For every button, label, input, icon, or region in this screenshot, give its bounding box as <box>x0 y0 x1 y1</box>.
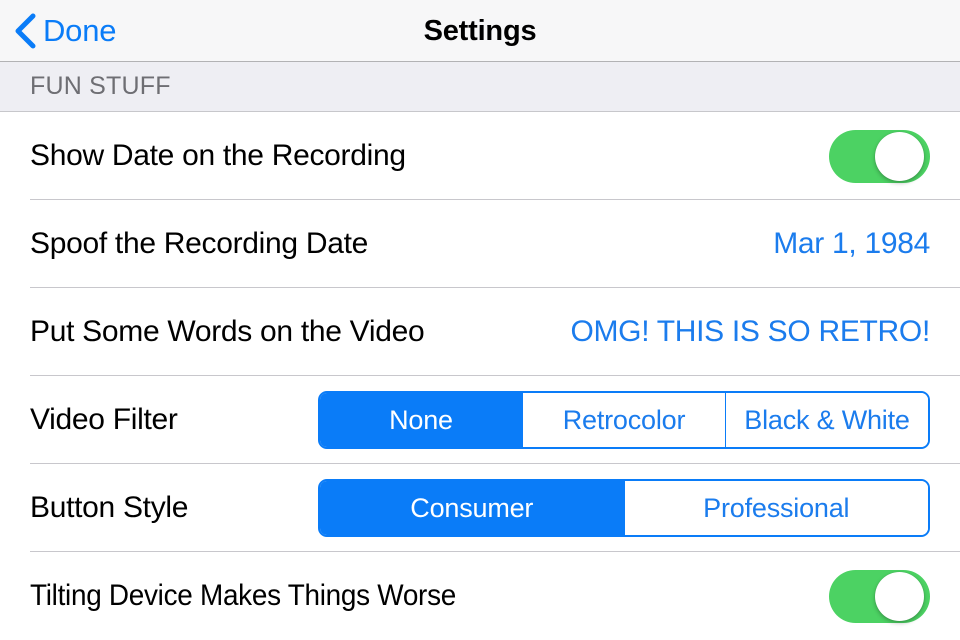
done-button[interactable]: Done <box>0 0 117 61</box>
section-header-label: FUN STUFF <box>30 72 171 100</box>
section-header: FUN STUFF <box>0 62 960 112</box>
table-row: Show Date on the Recording <box>0 112 960 200</box>
table-row[interactable]: Put Some Words on the Video OMG! THIS IS… <box>0 288 960 376</box>
segment-video-filter-none[interactable]: None <box>320 393 522 447</box>
toggle-tilting-device-makes-things-worse[interactable] <box>829 569 930 623</box>
table-row: Video Filter None Retrocolor Black & Whi… <box>0 376 960 464</box>
segment-video-filter-black-and-white[interactable]: Black & White <box>725 393 928 447</box>
row-label-tilting-device: Tilting Device Makes Things Worse <box>30 579 456 612</box>
segment-video-filter-retrocolor[interactable]: Retrocolor <box>522 393 725 447</box>
row-label-show-date: Show Date on the Recording <box>30 139 406 172</box>
table-row[interactable]: Spoof the Recording Date Mar 1, 1984 <box>0 200 960 288</box>
row-label-video-words: Put Some Words on the Video <box>30 315 425 348</box>
navigation-bar: Done Settings <box>0 0 960 62</box>
done-button-label: Done <box>43 12 117 48</box>
segment-button-style-professional[interactable]: Professional <box>623 481 928 535</box>
segmented-control-button-style[interactable]: Consumer Professional <box>318 479 930 537</box>
toggle-knob <box>875 131 924 181</box>
row-label-video-filter: Video Filter <box>30 403 178 436</box>
toggle-knob <box>875 571 924 621</box>
chevron-left-icon <box>15 13 36 48</box>
page-title: Settings <box>423 15 537 47</box>
table-row: Button Style Consumer Professional <box>0 464 960 552</box>
settings-screen: Done Settings FUN STUFF Show Date on the… <box>0 0 960 640</box>
segment-button-style-consumer[interactable]: Consumer <box>320 481 624 535</box>
settings-table: Show Date on the Recording Spoof the Rec… <box>0 112 960 640</box>
row-label-button-style: Button Style <box>30 491 189 524</box>
segmented-control-video-filter[interactable]: None Retrocolor Black & White <box>318 391 930 449</box>
row-label-spoof-date: Spoof the Recording Date <box>30 227 369 260</box>
table-row: Tilting Device Makes Things Worse <box>0 552 960 640</box>
row-value-spoof-date[interactable]: Mar 1, 1984 <box>773 227 930 261</box>
toggle-show-date-on-recording[interactable] <box>829 129 930 183</box>
row-value-video-words[interactable]: OMG! THIS IS SO RETRO! <box>570 315 930 349</box>
